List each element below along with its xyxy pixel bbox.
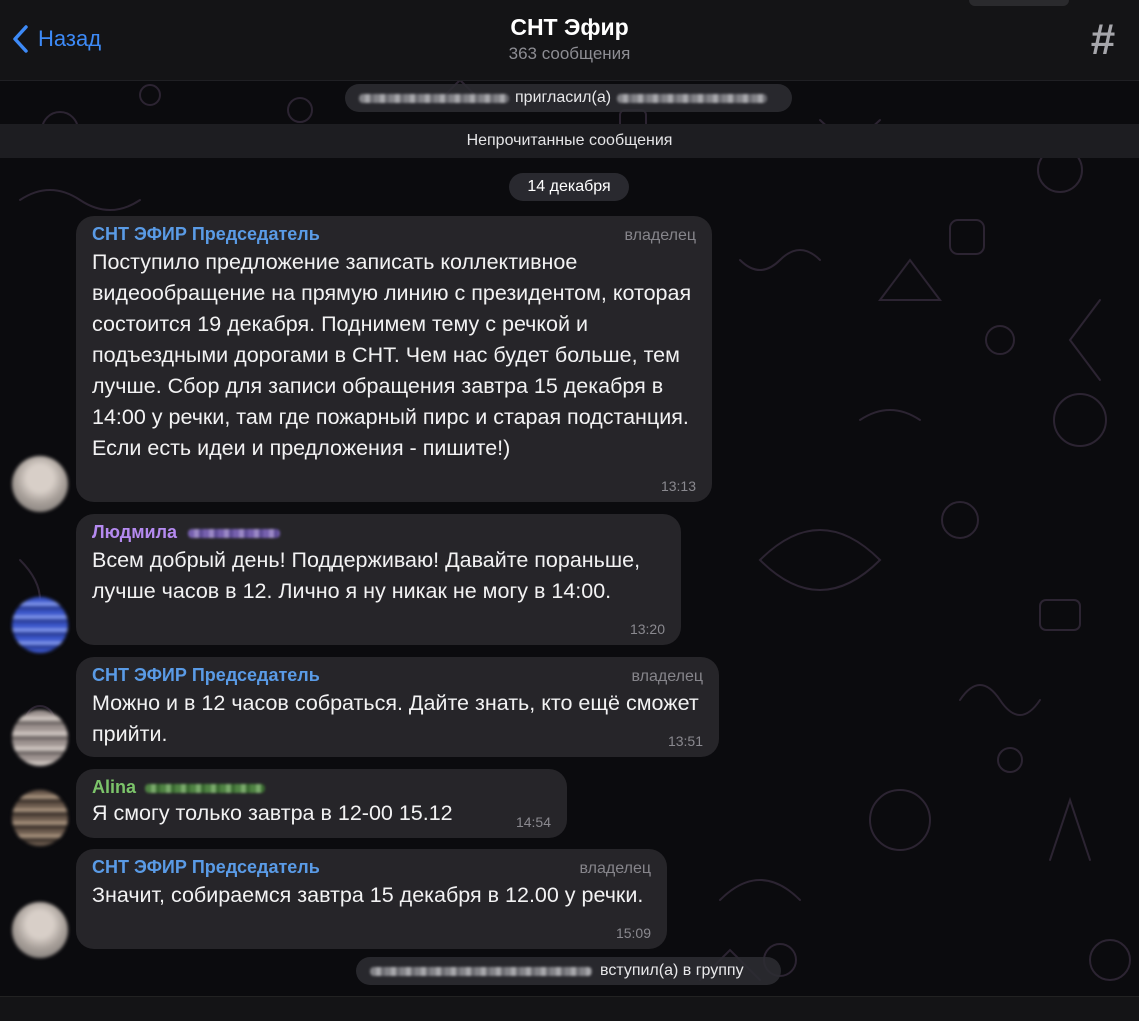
chat-header: Назад СНТ Эфир 363 сообщения #: [0, 0, 1139, 81]
owner-badge: владелец: [579, 860, 651, 877]
message-bubble[interactable]: Alina Я смогу только завтра в 12-00 15.1…: [76, 769, 567, 838]
owner-badge: владелец: [631, 668, 703, 685]
avatar[interactable]: [12, 710, 68, 766]
message-count: 363 сообщения: [508, 44, 631, 63]
message-text: Значит, собираемся завтра 15 декабря в 1…: [92, 883, 644, 907]
message-bubble[interactable]: СНТ ЭФИР Председатель владелец Можно и в…: [76, 657, 719, 757]
message-text: Можно и в 12 часов собраться. Дайте знат…: [92, 691, 699, 746]
status-bar-indicators: [969, 0, 1069, 6]
avatar[interactable]: [12, 902, 68, 958]
date-separator: 14 декабря: [509, 173, 629, 201]
blurred-username: [617, 93, 768, 103]
message-time: 13:13: [660, 478, 696, 494]
blurred-username: [359, 93, 509, 103]
sender-name: Людмила: [92, 522, 178, 542]
message-time: 13:20: [629, 621, 665, 637]
service-message-invited: пригласил(а): [345, 84, 792, 112]
avatar[interactable]: [12, 456, 68, 512]
message-text: Я смогу только завтра в 12-00 15.12: [92, 801, 453, 825]
service-text: вступил(а) в группу: [600, 962, 744, 979]
chat-title-area[interactable]: СНТ Эфир 363 сообщения: [0, 14, 1139, 64]
unread-label: Непрочитанные сообщения: [466, 132, 673, 149]
owner-badge: владелец: [624, 227, 696, 244]
unread-divider: Непрочитанные сообщения: [0, 124, 1139, 158]
message-bubble[interactable]: СНТ ЭФИР Председатель владелец Значит, с…: [76, 849, 667, 949]
message-bubble[interactable]: Людмила Всем добрый день! Поддерживаю! Д…: [76, 514, 681, 645]
message-time: 15:09: [615, 925, 651, 941]
message-sender[interactable]: СНТ ЭФИР Председатель: [92, 665, 703, 686]
sender-name: Alina: [92, 777, 137, 797]
message-sender[interactable]: СНТ ЭФИР Председатель: [92, 224, 696, 245]
message-sender[interactable]: Людмила: [92, 522, 665, 543]
message-sender[interactable]: СНТ ЭФИР Председатель: [92, 857, 651, 878]
blurred-surname: [145, 784, 266, 793]
message-time: 13:51: [667, 733, 703, 749]
avatar[interactable]: [12, 597, 68, 653]
date-label: 14 декабря: [527, 178, 611, 195]
chat-title: СНТ Эфир: [510, 14, 629, 40]
message-time: 14:54: [515, 814, 551, 830]
service-text: пригласил(а): [515, 89, 612, 106]
blurred-surname: [188, 529, 281, 538]
message-bubble[interactable]: СНТ ЭФИР Председатель владелец Поступило…: [76, 216, 712, 502]
message-sender[interactable]: Alina: [92, 777, 495, 798]
hash-icon[interactable]: #: [1083, 18, 1123, 62]
message-text: Поступило предложение записать коллектив…: [92, 250, 692, 460]
message-text: Всем добрый день! Поддерживаю! Давайте п…: [92, 548, 641, 603]
avatar[interactable]: [12, 790, 68, 846]
service-message-joined: вступил(а) в группу: [356, 957, 781, 985]
input-bar: [0, 996, 1139, 1021]
blurred-username: [370, 966, 592, 976]
